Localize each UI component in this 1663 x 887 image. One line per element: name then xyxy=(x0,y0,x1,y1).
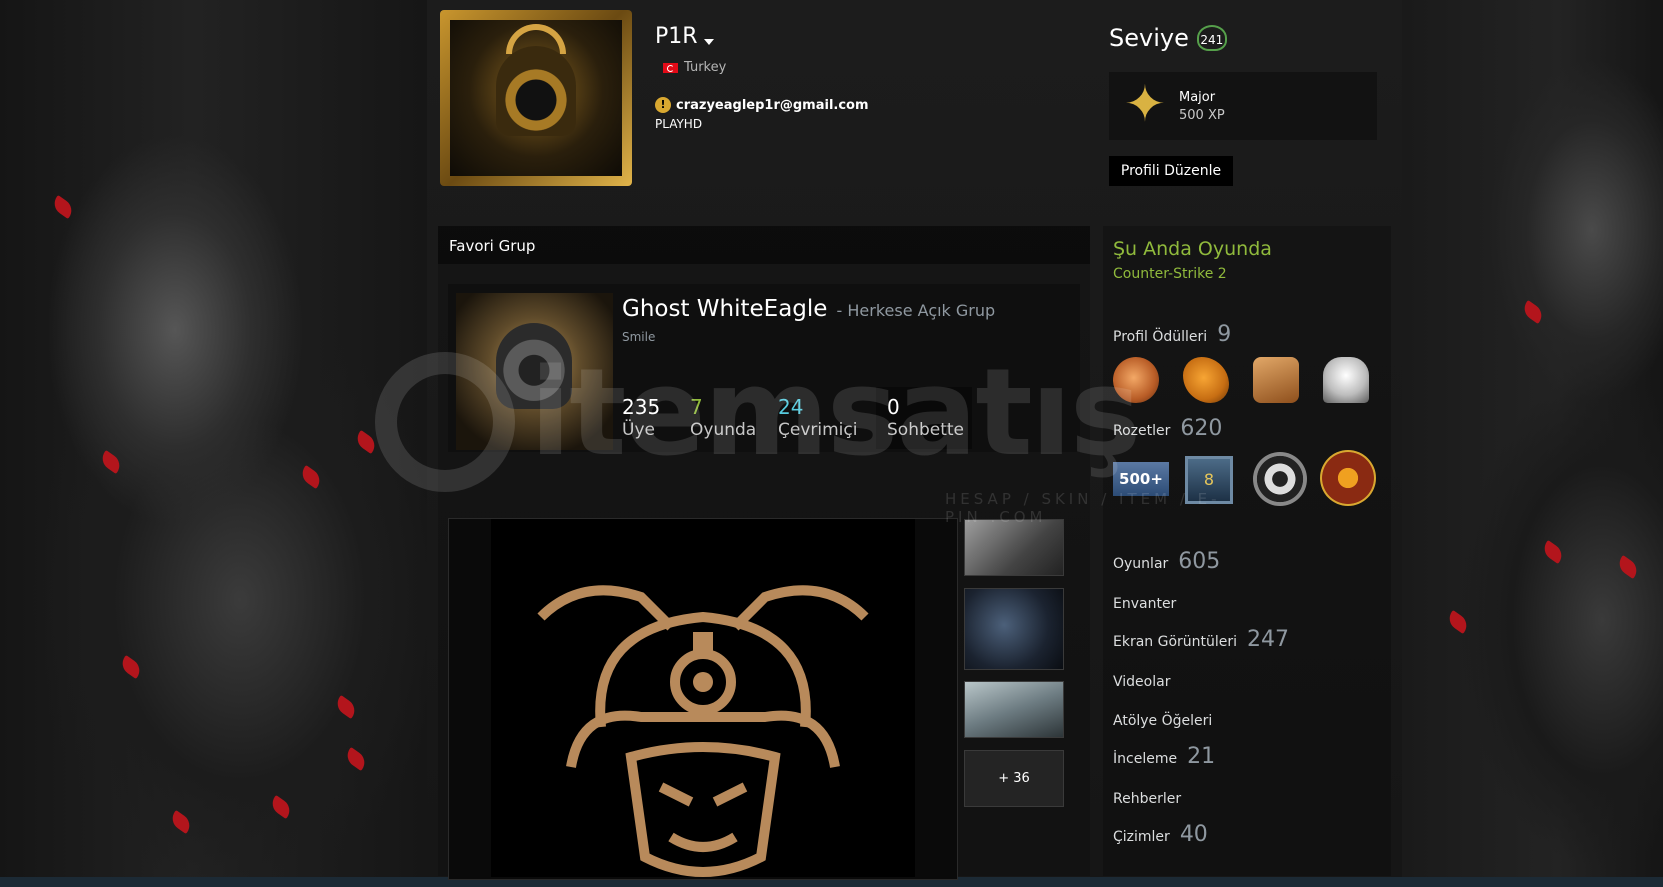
profile-summary-email: ! crazyeaglep1r@gmail.com xyxy=(655,97,869,113)
level-badge[interactable]: 241 xyxy=(1196,25,1227,51)
badge-circle-icon[interactable] xyxy=(1253,452,1307,506)
level-label: Seviye xyxy=(1109,24,1189,52)
samurai-helmet-artwork xyxy=(537,585,869,877)
group-name-row: Ghost WhiteEagle - Herkese Açık Grup xyxy=(622,296,995,322)
background-art-right xyxy=(1402,0,1663,887)
screenshot-thumbnail[interactable] xyxy=(964,519,1064,576)
country-label: Turkey xyxy=(684,60,727,75)
group-avatar[interactable] xyxy=(456,293,613,450)
badge-500-icon[interactable]: 500+ xyxy=(1113,462,1169,496)
major-star-icon: ✦ xyxy=(1124,75,1166,133)
sidebar-link-inventory[interactable]: Envanter xyxy=(1113,596,1176,612)
badge-level-icon[interactable]: 8 xyxy=(1185,456,1233,504)
helmet-shape xyxy=(496,46,576,136)
sidebar-link-count: 40 xyxy=(1179,822,1208,847)
sidebar-link-label: Envanter xyxy=(1113,596,1177,612)
sidebar-link-count: 605 xyxy=(1178,549,1221,574)
sidebar-link-guides[interactable]: Rehberler xyxy=(1113,791,1181,807)
stat-members: 235 Üye xyxy=(622,395,660,441)
stat-in-chat[interactable]: 0 Sohbette xyxy=(887,395,964,441)
profile-avatar[interactable] xyxy=(440,10,632,186)
info-icon: ! xyxy=(655,97,671,113)
sidebar-link-label: Çizimler xyxy=(1113,829,1170,845)
sidebar-link-label: Videolar xyxy=(1113,674,1171,690)
favorite-group-header xyxy=(438,226,1090,264)
sidebar-link-videos[interactable]: Videolar xyxy=(1113,674,1170,690)
profile-name: P1R xyxy=(655,24,698,49)
stat-online: 24 Çevrimiçi xyxy=(778,395,857,441)
stat-in-game: 7 Oyunda xyxy=(690,395,756,441)
screenshot-thumbnail[interactable] xyxy=(964,588,1064,670)
more-screenshots-button[interactable]: + 36 xyxy=(964,750,1064,807)
group-description: Smile xyxy=(622,330,656,344)
sidebar-link-screenshots[interactable]: Ekran Görüntüleri 247 xyxy=(1113,627,1289,652)
sidebar-link-label: Atölye Öğeleri xyxy=(1113,713,1213,729)
in-game-status: Şu Anda Oyunda xyxy=(1113,238,1272,260)
stat-label: Üye xyxy=(622,420,655,440)
sidebar-link-label: Ekran Görüntüleri xyxy=(1113,634,1238,650)
awards-label: Profil Ödülleri xyxy=(1113,329,1208,345)
stat-value: 7 xyxy=(690,395,703,419)
sidebar-link-count: 21 xyxy=(1187,744,1216,769)
turkey-flag-icon xyxy=(663,62,678,73)
sidebar-link-label: İnceleme xyxy=(1113,751,1178,767)
stat-label: Oyunda xyxy=(690,420,757,440)
favorite-group-title: Favori Grup xyxy=(449,237,536,255)
avatar-image xyxy=(450,20,622,176)
screenshot-thumbnail[interactable] xyxy=(964,681,1064,738)
award-scroll-icon[interactable] xyxy=(1253,357,1299,403)
mask-shape xyxy=(496,323,572,409)
profile-name-row[interactable]: P1R xyxy=(655,24,714,49)
in-game-name[interactable]: Counter-Strike 2 xyxy=(1113,266,1227,282)
background-art-left xyxy=(0,0,427,887)
stat-value: 0 xyxy=(887,395,900,419)
sidebar-link-label: Rehberler xyxy=(1113,791,1182,807)
awards-link[interactable]: Profil Ödülleri 9 xyxy=(1113,322,1231,347)
sidebar-link-workshop[interactable]: Atölye Öğeleri xyxy=(1113,713,1212,729)
level-row: Seviye 241 xyxy=(1109,24,1227,52)
showcase-main-image[interactable] xyxy=(491,519,915,877)
profile-summary-tagline: PLAYHD xyxy=(655,117,703,131)
profile-country: Turkey xyxy=(663,60,726,75)
edit-profile-button[interactable]: Profili Düzenle xyxy=(1109,156,1233,186)
group-type: - Herkese Açık Grup xyxy=(836,301,996,320)
sidebar-link-games[interactable]: Oyunlar 605 xyxy=(1113,549,1220,574)
stat-value: 235 xyxy=(622,395,661,419)
sidebar-link-count: 247 xyxy=(1247,627,1290,652)
stat-value: 24 xyxy=(778,395,804,419)
award-fox-icon[interactable] xyxy=(1113,357,1159,403)
sidebar-link-reviews[interactable]: İnceleme 21 xyxy=(1113,744,1215,769)
group-name-link[interactable]: Ghost WhiteEagle xyxy=(622,296,827,322)
stat-label: Sohbette xyxy=(887,420,965,440)
badges-label: Rozetler xyxy=(1113,423,1171,439)
awards-count: 9 xyxy=(1217,322,1232,347)
badges-count: 620 xyxy=(1180,416,1223,441)
badge-fire-icon[interactable] xyxy=(1320,450,1376,506)
email-text: crazyeaglep1r@gmail.com xyxy=(676,97,869,113)
badge-xp: 500 XP xyxy=(1179,108,1225,123)
chevron-down-icon[interactable] xyxy=(703,38,714,45)
badge-rank: Major xyxy=(1179,90,1216,105)
sidebar-link-artwork[interactable]: Çizimler 40 xyxy=(1113,822,1208,847)
featured-badge[interactable]: ✦ Major 500 XP xyxy=(1109,72,1377,140)
badges-link[interactable]: Rozetler 620 xyxy=(1113,416,1222,441)
award-bust-icon[interactable] xyxy=(1323,357,1369,403)
sidebar-link-label: Oyunlar xyxy=(1113,556,1169,572)
stat-label: Çevrimiçi xyxy=(778,420,858,440)
